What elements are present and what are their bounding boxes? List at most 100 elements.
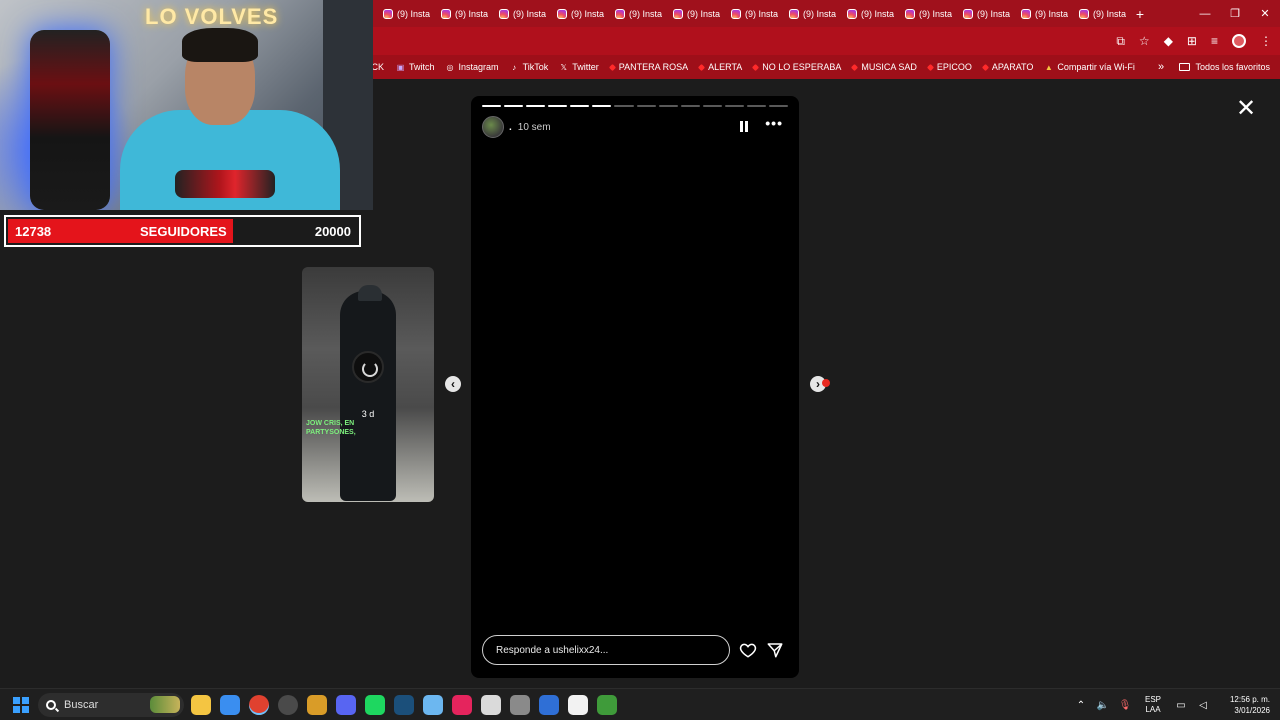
browser-tab[interactable]: (9) Insta bbox=[779, 3, 837, 25]
instagram-icon bbox=[905, 8, 915, 19]
bookmark-twitch[interactable]: ▣ Twitch bbox=[396, 62, 435, 72]
obs-icon[interactable] bbox=[278, 695, 298, 715]
bookmark-pantera-rosa[interactable]: PANTERA ROSA bbox=[608, 62, 688, 72]
browser-tab[interactable]: (9) Insta bbox=[547, 3, 605, 25]
reply-input[interactable]: Responde a ushelixx24... bbox=[482, 635, 730, 665]
install-icon[interactable]: ⧉ bbox=[1116, 34, 1125, 49]
chevron-up-icon[interactable]: ⌃ bbox=[1070, 700, 1092, 711]
close-story-button[interactable]: ✕ bbox=[1236, 94, 1256, 123]
progress-segment bbox=[658, 105, 678, 107]
close-window-button[interactable]: ✕ bbox=[1250, 0, 1280, 27]
network-icon[interactable]: ▭ bbox=[1170, 700, 1192, 711]
browser-tab[interactable]: (9) Insta bbox=[373, 3, 431, 25]
browser-tab[interactable]: (9) Insta bbox=[663, 3, 721, 25]
bookmark-ick[interactable]: ICK bbox=[373, 62, 384, 72]
bookmark-alerta[interactable]: ALERTA bbox=[698, 62, 743, 72]
discord-icon[interactable] bbox=[336, 695, 356, 715]
progress-segment bbox=[702, 105, 722, 107]
tab-title: (9) Insta bbox=[861, 8, 895, 19]
tab-title: (9) Insta bbox=[1093, 8, 1127, 19]
previous-story-button[interactable]: ‹ bbox=[445, 376, 461, 392]
microphone bbox=[175, 170, 275, 198]
browser-tab[interactable]: (9) Insta bbox=[605, 3, 663, 25]
settings-icon[interactable] bbox=[510, 695, 530, 715]
tiktok-icon[interactable] bbox=[452, 695, 472, 715]
preview-caption: JOW CRIS, EN PARTYSONES, bbox=[306, 420, 356, 436]
microphone-icon[interactable]: 🎙 bbox=[1114, 700, 1136, 711]
bookmark-twitter[interactable]: 𝕏 Twitter bbox=[559, 62, 599, 72]
browser-tab[interactable]: (9) Insta bbox=[1069, 3, 1127, 25]
heart-icon[interactable] bbox=[739, 641, 757, 659]
spotify-icon[interactable] bbox=[365, 695, 385, 715]
taskbar-search[interactable]: Buscar bbox=[38, 693, 184, 717]
youtube-icon bbox=[752, 63, 760, 71]
next-story-preview[interactable]: 3 d JOW CRIS, EN PARTYSONES, bbox=[302, 267, 434, 502]
windows-start-icon[interactable] bbox=[13, 697, 29, 713]
steam-icon[interactable] bbox=[394, 695, 414, 715]
browser-tab[interactable]: (9) Insta bbox=[953, 3, 1011, 25]
streamer-hair bbox=[182, 28, 258, 62]
minecraft-icon[interactable] bbox=[597, 695, 617, 715]
maximize-button[interactable]: ❐ bbox=[1220, 0, 1250, 27]
instagram-icon bbox=[1021, 8, 1031, 19]
windows-taskbar: Buscar ⌃ 🔈 🎙 ESP LAA ▭ ◁ 12:56 p. m. 3/0… bbox=[0, 688, 1280, 720]
story-username[interactable]: . bbox=[509, 122, 512, 133]
browser-tab[interactable]: (9) Insta bbox=[489, 3, 547, 25]
taskbar-apps bbox=[191, 693, 617, 717]
browser-tab[interactable]: (9) Insta bbox=[721, 3, 779, 25]
browser-tab[interactable]: (9) Insta bbox=[1011, 3, 1069, 25]
story-progress-bar bbox=[482, 105, 789, 107]
progress-segment bbox=[746, 105, 767, 107]
bookmarks-overflow-button[interactable]: » bbox=[1158, 55, 1164, 79]
next-story-button[interactable]: › bbox=[810, 376, 830, 392]
app-blue-icon[interactable] bbox=[423, 695, 443, 715]
folder-green-icon[interactable] bbox=[307, 695, 327, 715]
language-indicator[interactable]: ESP LAA bbox=[1136, 695, 1170, 715]
volume-icon[interactable]: 🔈 bbox=[1092, 700, 1114, 711]
all-bookmarks-label: Todos los favoritos bbox=[1195, 62, 1270, 72]
bookmark-epicoo[interactable]: EPICOO bbox=[926, 62, 972, 72]
followers-goal: 20000 bbox=[314, 223, 351, 239]
progress-segment bbox=[526, 105, 546, 107]
browser-tab[interactable]: (9) Insta bbox=[431, 3, 489, 25]
bookmark-label: MUSICA SAD bbox=[861, 62, 917, 72]
bookmark-label: Twitter bbox=[572, 62, 599, 72]
clock[interactable]: 12:56 p. m. 3/01/2026 bbox=[1214, 694, 1280, 716]
browser-tab[interactable]: (9) Insta bbox=[895, 3, 953, 25]
send-icon[interactable] bbox=[766, 641, 784, 659]
pause-icon[interactable] bbox=[740, 121, 748, 132]
avatar[interactable] bbox=[482, 116, 504, 138]
all-bookmarks-button[interactable]: Todos los favoritos bbox=[1179, 55, 1270, 79]
star-icon[interactable]: ☆ bbox=[1139, 34, 1150, 48]
warning-icon: ▲ bbox=[1044, 62, 1053, 72]
youtube-icon bbox=[981, 63, 989, 71]
bookmark-label: ALERTA bbox=[708, 62, 743, 72]
bookmark-tiktok[interactable]: ♪ TikTok bbox=[510, 62, 548, 72]
extension-diamond-icon[interactable]: ◆ bbox=[1164, 34, 1173, 48]
bookmark-no-lo-esperaba[interactable]: NO LO ESPERABA bbox=[752, 62, 841, 72]
puzzle-icon[interactable]: ⊞ bbox=[1187, 34, 1197, 48]
chrome-icon[interactable] bbox=[249, 695, 269, 715]
store-icon[interactable] bbox=[220, 695, 240, 715]
bookmark-compartir-v-a-wi-fi[interactable]: ▲ Compartir vía Wi-Fi bbox=[1044, 62, 1135, 72]
minimize-button[interactable]: — bbox=[1190, 0, 1220, 27]
speaker-icon[interactable]: ◁ bbox=[1192, 700, 1214, 711]
bookmark-instagram[interactable]: ◎ Instagram bbox=[446, 62, 499, 72]
media-icon[interactable]: ≡ bbox=[1211, 34, 1218, 48]
file-explorer-icon[interactable] bbox=[191, 695, 211, 715]
menu-icon[interactable]: ⋮ bbox=[1260, 34, 1272, 48]
bookmark-musica-sad[interactable]: MUSICA SAD bbox=[851, 62, 917, 72]
more-options-button[interactable]: ••• bbox=[765, 115, 783, 131]
notepad-icon[interactable] bbox=[481, 695, 501, 715]
progress-segment bbox=[724, 105, 744, 107]
new-tab-button[interactable]: + bbox=[1129, 6, 1151, 22]
search-highlight-image bbox=[150, 696, 180, 713]
edit-icon[interactable] bbox=[539, 695, 559, 715]
progress-segment bbox=[548, 105, 568, 107]
capcut-icon[interactable] bbox=[568, 695, 588, 715]
wall-neon-sign: LO VOLVES bbox=[145, 4, 279, 29]
tiktok-icon: ♪ bbox=[512, 62, 517, 72]
bookmark-aparato[interactable]: APARATO bbox=[981, 62, 1033, 72]
profile-icon[interactable] bbox=[1232, 34, 1246, 48]
browser-tab[interactable]: (9) Insta bbox=[837, 3, 895, 25]
